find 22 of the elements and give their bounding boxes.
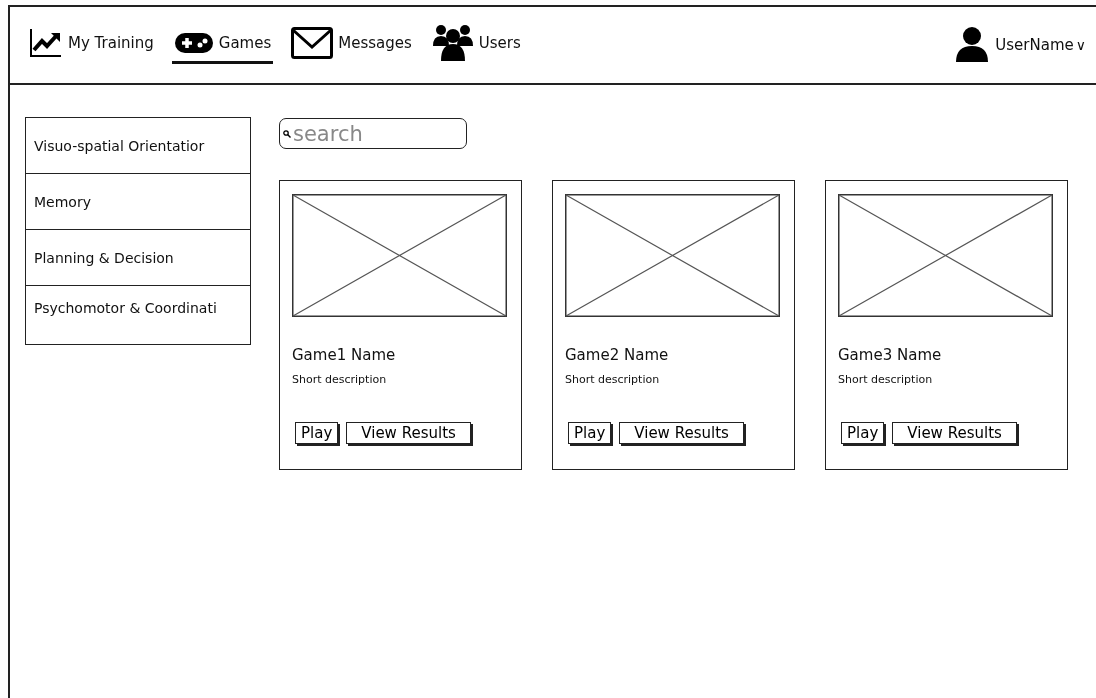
view-results-button[interactable]: View Results bbox=[346, 422, 471, 444]
game-title: Game3 Name bbox=[838, 346, 943, 364]
view-results-button[interactable]: View Results bbox=[619, 422, 744, 444]
sidebar-item[interactable]: Planning & Decision bbox=[26, 230, 250, 286]
game-title: Game1 Name bbox=[292, 346, 397, 364]
search-field[interactable]: search bbox=[279, 118, 467, 149]
play-button[interactable]: Play bbox=[841, 422, 885, 444]
sidebar-item[interactable]: Psychomotor & Coordinati bbox=[26, 286, 250, 344]
sidebar-item[interactable]: Visuo-spatial Orientatior bbox=[26, 118, 250, 174]
nav-tab[interactable]: Messages bbox=[289, 22, 414, 68]
nav-tab[interactable]: My Training bbox=[27, 23, 156, 67]
game-description: Short description bbox=[565, 373, 661, 386]
game-description: Short description bbox=[292, 373, 388, 386]
game-title: Game2 Name bbox=[565, 346, 670, 364]
sidebar-item[interactable]: Memory bbox=[26, 174, 250, 230]
play-button[interactable]: Play bbox=[295, 422, 339, 444]
nav-tab[interactable]: Users bbox=[429, 19, 523, 71]
game-description: Short description bbox=[838, 373, 934, 386]
nav-tab[interactable]: Games bbox=[171, 26, 274, 64]
play-button[interactable]: Play bbox=[568, 422, 612, 444]
view-results-button[interactable]: View Results bbox=[892, 422, 1017, 444]
user-menu[interactable]: UserName∨ bbox=[955, 26, 1086, 64]
